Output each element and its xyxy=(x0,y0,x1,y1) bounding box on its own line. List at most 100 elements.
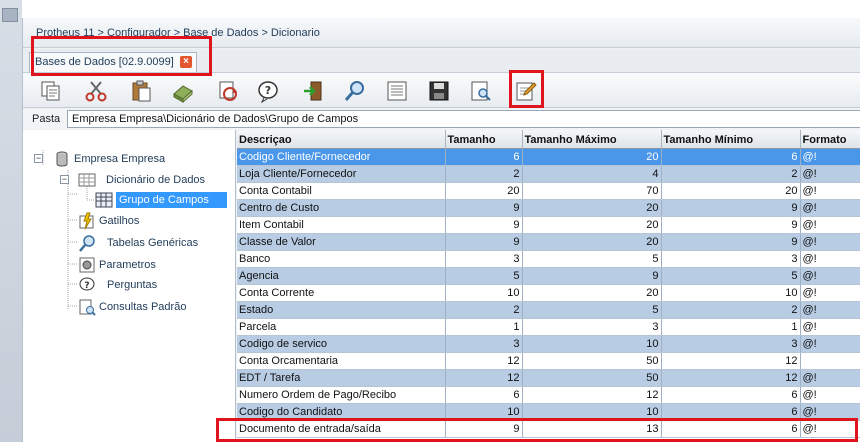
cell-tamanho-maximo[interactable]: 5 xyxy=(522,250,662,268)
cell-descricao[interactable]: Codigo Cliente/Fornecedor xyxy=(237,148,446,166)
cell-descricao[interactable]: Conta Corrente xyxy=(237,284,446,302)
expand-empresa[interactable]: − xyxy=(34,154,43,163)
menu-toggle-button[interactable] xyxy=(2,8,18,22)
cell-tamanho[interactable]: 12 xyxy=(445,369,523,387)
cell-formato[interactable]: @! xyxy=(800,148,860,166)
cell-tamanho-maximo[interactable]: 10 xyxy=(522,335,662,353)
cell-formato[interactable]: @! xyxy=(800,199,860,217)
cell-tamanho-minimo[interactable]: 9 xyxy=(661,216,801,234)
table-row[interactable]: Parcela 1 3 1 @! xyxy=(237,318,860,336)
cell-tamanho[interactable]: 20 xyxy=(445,182,523,200)
cell-formato[interactable] xyxy=(800,352,860,370)
table-row[interactable]: EDT / Tarefa 12 50 12 @! xyxy=(237,369,860,387)
cell-formato[interactable]: @! xyxy=(800,284,860,302)
table-row[interactable]: Item Contabil 9 20 9 @! xyxy=(237,216,860,234)
exit-button[interactable] xyxy=(299,77,327,105)
table-row[interactable]: Classe de Valor 9 20 9 @! xyxy=(237,233,860,251)
cell-tamanho[interactable]: 9 xyxy=(445,199,523,217)
path-field[interactable]: Empresa Empresa\Dicionário de Dados\Grup… xyxy=(67,110,860,128)
cell-formato[interactable]: @! xyxy=(800,318,860,336)
cell-formato[interactable]: @! xyxy=(800,250,860,268)
cell-tamanho-minimo[interactable]: 3 xyxy=(661,250,801,268)
column-header-tamanho-maximo[interactable]: Tamanho Máximo xyxy=(522,130,662,149)
cell-descricao[interactable]: Item Contabil xyxy=(237,216,446,234)
help-button[interactable]: ? xyxy=(254,77,282,105)
cell-tamanho[interactable]: 3 xyxy=(445,335,523,353)
cell-tamanho-minimo[interactable]: 12 xyxy=(661,352,801,370)
table-row[interactable]: Conta Corrente 10 20 10 @! xyxy=(237,284,860,302)
cell-tamanho-maximo[interactable]: 9 xyxy=(522,267,662,285)
cell-descricao[interactable]: Centro de Custo xyxy=(237,199,446,217)
cell-formato[interactable]: @! xyxy=(800,386,860,404)
cell-descricao[interactable]: Agencia xyxy=(237,267,446,285)
cell-tamanho-maximo[interactable]: 50 xyxy=(522,369,662,387)
cell-formato[interactable]: @! xyxy=(800,233,860,251)
cell-tamanho[interactable]: 3 xyxy=(445,250,523,268)
column-header-tamanho-minimo[interactable]: Tamanho Mínimo xyxy=(661,130,801,149)
cell-tamanho-maximo[interactable]: 70 xyxy=(522,182,662,200)
cell-tamanho-minimo[interactable]: 3 xyxy=(661,335,801,353)
cell-descricao[interactable]: Classe de Valor xyxy=(237,233,446,251)
cell-formato[interactable]: @! xyxy=(800,216,860,234)
cell-tamanho-maximo[interactable]: 3 xyxy=(522,318,662,336)
cell-tamanho-minimo[interactable]: 2 xyxy=(661,301,801,319)
cell-descricao[interactable]: Conta Contabil xyxy=(237,182,446,200)
cell-tamanho-minimo[interactable]: 10 xyxy=(661,284,801,302)
cell-tamanho-minimo[interactable]: 5 xyxy=(661,267,801,285)
table-row[interactable]: Estado 2 5 2 @! xyxy=(237,301,860,319)
cell-tamanho[interactable]: 2 xyxy=(445,165,523,183)
table-row[interactable]: Codigo Cliente/Fornecedor 6 20 6 @! xyxy=(237,148,860,166)
cell-tamanho-minimo[interactable]: 9 xyxy=(661,233,801,251)
paste-button[interactable] xyxy=(127,77,155,105)
cell-formato[interactable]: @! xyxy=(800,335,860,353)
cell-formato[interactable]: @! xyxy=(800,165,860,183)
cell-tamanho[interactable]: 6 xyxy=(445,148,523,166)
list-button[interactable] xyxy=(383,77,411,105)
sync-button[interactable] xyxy=(213,77,241,105)
cell-descricao[interactable]: Parcela xyxy=(237,318,446,336)
table-row[interactable]: Agencia 5 9 5 @! xyxy=(237,267,860,285)
cell-tamanho[interactable]: 12 xyxy=(445,352,523,370)
cell-tamanho-minimo[interactable]: 6 xyxy=(661,386,801,404)
cell-descricao[interactable]: Estado xyxy=(237,301,446,319)
cell-formato[interactable]: @! xyxy=(800,301,860,319)
copy-button[interactable] xyxy=(37,77,65,105)
cell-tamanho-minimo[interactable]: 2 xyxy=(661,165,801,183)
eraser-button[interactable] xyxy=(169,77,197,105)
table-row[interactable]: Conta Contabil 20 70 20 @! xyxy=(237,182,860,200)
expand-dicionario[interactable]: − xyxy=(60,175,69,184)
cell-descricao[interactable]: Loja Cliente/Fornecedor xyxy=(237,165,446,183)
cell-tamanho[interactable]: 1 xyxy=(445,318,523,336)
cell-tamanho-maximo[interactable]: 20 xyxy=(522,148,662,166)
cell-tamanho[interactable]: 9 xyxy=(445,233,523,251)
cell-tamanho[interactable]: 10 xyxy=(445,284,523,302)
cell-tamanho-minimo[interactable]: 1 xyxy=(661,318,801,336)
column-header-tamanho[interactable]: Tamanho xyxy=(445,130,523,149)
cell-formato[interactable]: @! xyxy=(800,182,860,200)
search-button[interactable] xyxy=(341,77,369,105)
cell-tamanho-maximo[interactable]: 20 xyxy=(522,216,662,234)
cell-tamanho-maximo[interactable]: 5 xyxy=(522,301,662,319)
cell-tamanho[interactable]: 2 xyxy=(445,301,523,319)
cell-descricao[interactable]: Banco xyxy=(237,250,446,268)
cell-tamanho[interactable]: 6 xyxy=(445,386,523,404)
column-header-descricao[interactable]: Descriçao xyxy=(237,130,446,149)
table-row[interactable]: Conta Orcamentaria 12 50 12 xyxy=(237,352,860,370)
table-row[interactable]: Numero Ordem de Pago/Recibo 6 12 6 @! xyxy=(237,386,860,404)
cell-formato[interactable]: @! xyxy=(800,267,860,285)
column-header-formato[interactable]: Formato xyxy=(800,130,860,149)
cell-descricao[interactable]: Numero Ordem de Pago/Recibo xyxy=(237,386,446,404)
cell-tamanho-maximo[interactable]: 4 xyxy=(522,165,662,183)
cell-tamanho-maximo[interactable]: 20 xyxy=(522,199,662,217)
cell-tamanho-minimo[interactable]: 20 xyxy=(661,182,801,200)
cell-tamanho-maximo[interactable]: 20 xyxy=(522,284,662,302)
cell-tamanho-maximo[interactable]: 12 xyxy=(522,386,662,404)
save-button[interactable] xyxy=(425,77,453,105)
cell-tamanho-minimo[interactable]: 6 xyxy=(661,148,801,166)
cell-tamanho-maximo[interactable]: 20 xyxy=(522,233,662,251)
cell-tamanho-minimo[interactable]: 9 xyxy=(661,199,801,217)
cell-tamanho[interactable]: 5 xyxy=(445,267,523,285)
table-row[interactable]: Banco 3 5 3 @! xyxy=(237,250,860,268)
cell-descricao[interactable]: Conta Orcamentaria xyxy=(237,352,446,370)
table-row[interactable]: Centro de Custo 9 20 9 @! xyxy=(237,199,860,217)
